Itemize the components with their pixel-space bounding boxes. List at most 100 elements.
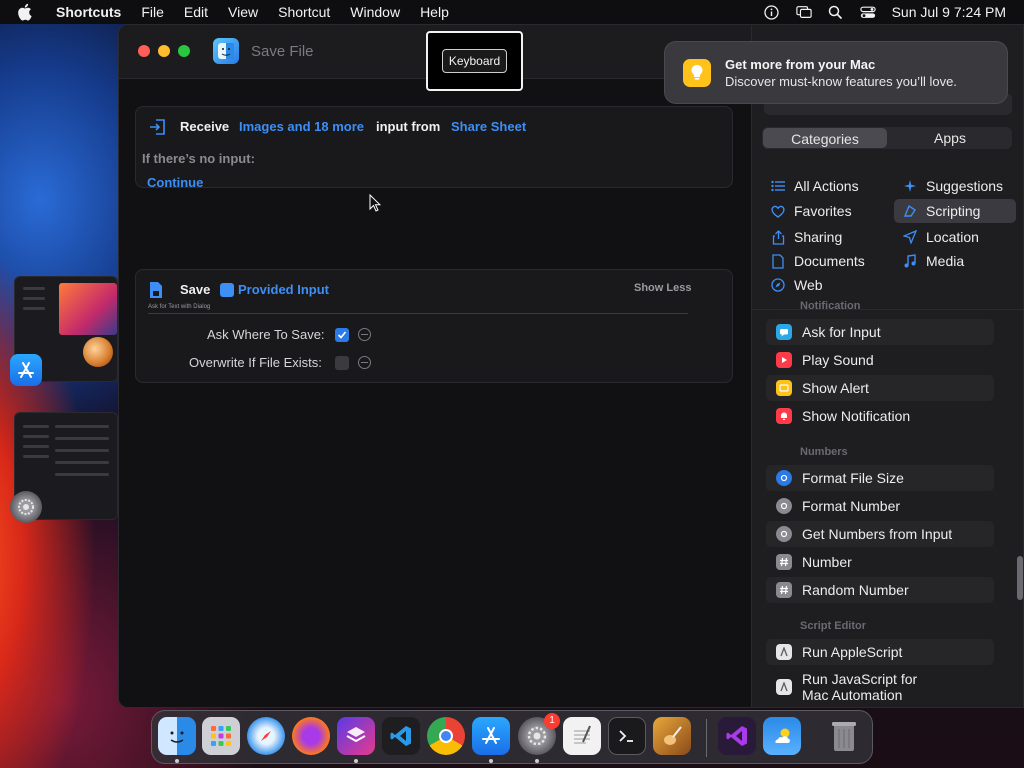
number-hash-icon [776, 554, 792, 570]
provided-input-variable[interactable]: Provided Input [220, 282, 329, 297]
info-status-icon[interactable] [764, 4, 780, 20]
action-random-number[interactable]: Random Number [766, 577, 994, 603]
dock-safari-icon[interactable] [247, 717, 285, 755]
dock-finder-icon[interactable] [158, 717, 196, 755]
dock-separator [706, 719, 707, 757]
notification-badge: 1 [544, 713, 560, 729]
mouse-pointer-icon [369, 193, 382, 217]
provided-input-label: Provided Input [238, 282, 329, 297]
show-less-button[interactable]: Show Less [634, 282, 691, 294]
dock-textedit-icon[interactable] [563, 717, 601, 755]
menu-help[interactable]: Help [410, 0, 459, 24]
thumbnail-sidebar-line [23, 307, 45, 310]
category-documents[interactable]: Documents [762, 249, 888, 273]
action-label: Format Number [802, 498, 901, 514]
format-number-icon [776, 498, 792, 514]
menu-file[interactable]: File [131, 0, 174, 24]
remove-overwrite-button[interactable] [358, 356, 371, 369]
screen-mirroring-icon[interactable] [795, 4, 812, 20]
overwrite-if-exists-checkbox[interactable] [335, 356, 349, 370]
segment-apps[interactable]: Apps [888, 127, 1012, 149]
category-suggestions[interactable]: Suggestions [894, 174, 1016, 198]
action-number[interactable]: Number [766, 549, 994, 575]
category-favorites[interactable]: Favorites [762, 199, 888, 223]
dock-chrome-icon[interactable] [427, 717, 465, 755]
category-media[interactable]: Media [894, 249, 1016, 273]
menu-shortcut[interactable]: Shortcut [268, 0, 340, 24]
input-types-token[interactable]: Images and 18 more [239, 119, 364, 134]
category-all-actions[interactable]: All Actions [762, 174, 888, 198]
category-label: Scripting [926, 203, 981, 219]
dock-terminal-icon[interactable] [608, 717, 646, 755]
dock-launchpad-icon[interactable] [202, 717, 240, 755]
spotlight-search-icon[interactable] [828, 4, 844, 20]
thumbnail-sidebar-line [23, 287, 45, 290]
window-title[interactable]: Save File [251, 43, 314, 60]
thumbnail-content-line [55, 473, 109, 476]
save-file-action-card[interactable]: Save Provided Input Show Less Ask for Te… [135, 269, 733, 383]
category-label: Favorites [794, 203, 852, 219]
no-input-action-token[interactable]: Continue [147, 175, 203, 190]
dock-weather-icon[interactable] [763, 717, 801, 755]
menu-clock[interactable]: Sun Jul 9 7:24 PM [892, 0, 1006, 24]
category-web[interactable]: Web [762, 273, 888, 297]
app-store-icon[interactable] [10, 354, 42, 386]
action-show-notification[interactable]: Show Notification [766, 403, 994, 429]
thumbnail-sidebar-line [23, 425, 49, 428]
menu-edit[interactable]: Edit [174, 0, 218, 24]
control-center-icon[interactable] [859, 4, 876, 20]
section-numbers-header: Numbers [800, 446, 848, 458]
dock-instruments-icon[interactable] [653, 717, 691, 755]
section-notification-header: Notification [800, 300, 861, 312]
action-label: Show Alert [802, 380, 869, 396]
category-scripting[interactable]: Scripting [894, 199, 1016, 223]
running-indicator [354, 759, 358, 763]
ask-for-input-icon [776, 324, 792, 340]
dock-trash-icon[interactable] [825, 717, 863, 755]
document-icon [770, 253, 786, 269]
variable-icon [220, 282, 234, 297]
dock-app-store-icon[interactable] [472, 717, 510, 755]
notification-bell-icon [776, 408, 792, 424]
close-window-button[interactable] [138, 45, 150, 57]
category-sharing[interactable]: Sharing [762, 225, 888, 249]
action-get-numbers-from-input[interactable]: Get Numbers from Input [766, 521, 994, 547]
minimize-window-button[interactable] [158, 45, 170, 57]
remove-ask-where-button[interactable] [358, 328, 371, 341]
system-settings-icon[interactable] [10, 491, 42, 523]
action-label: Run AppleScript [802, 644, 903, 660]
menu-view[interactable]: View [218, 0, 268, 24]
share-icon [770, 229, 786, 245]
dock-shortcuts-icon[interactable] [337, 717, 375, 755]
action-label: Play Sound [802, 352, 874, 368]
apple-menu-icon[interactable] [18, 0, 40, 24]
ask-where-to-save-checkbox[interactable] [335, 328, 349, 342]
receive-action-card[interactable]: Receive Images and 18 more input from Sh… [135, 106, 733, 190]
save-file-icon [146, 280, 166, 300]
menu-app-name[interactable]: Shortcuts [52, 0, 131, 24]
action-format-file-size[interactable]: Format File Size [766, 465, 994, 491]
action-ask-for-input[interactable]: Ask for Input [766, 319, 994, 345]
dock-system-settings-icon[interactable]: 1 [518, 713, 560, 755]
running-indicator [175, 759, 179, 763]
action-run-javascript[interactable]: Run JavaScript for Mac Automation [766, 667, 994, 707]
sidebar-scrollbar[interactable] [1017, 556, 1023, 600]
thumbnail-content-line [55, 437, 109, 440]
notification-body: Discover must-know features you’ll love. [725, 74, 957, 89]
zoom-window-button[interactable] [178, 45, 190, 57]
action-play-sound[interactable]: Play Sound [766, 347, 994, 373]
input-from-label: input from [376, 119, 441, 134]
segment-categories[interactable]: Categories [763, 128, 887, 148]
action-run-applescript[interactable]: Run AppleScript [766, 639, 994, 665]
action-show-alert[interactable]: Show Alert [766, 375, 994, 401]
shortcut-editor-window: Save File Receive Images and 18 more inp… [118, 24, 1024, 708]
dock-vscode-icon[interactable] [382, 717, 420, 755]
dock-visual-studio-icon[interactable] [718, 717, 756, 755]
action-label-line1: Run JavaScript for [802, 671, 918, 687]
action-format-number[interactable]: Format Number [766, 493, 994, 519]
menu-window[interactable]: Window [340, 0, 410, 24]
input-source-token[interactable]: Share Sheet [451, 119, 526, 134]
dock-firefox-icon[interactable] [292, 717, 330, 755]
category-location[interactable]: Location [894, 225, 1016, 249]
notification-banner[interactable]: Get more from your Mac Discover must-kno… [664, 41, 1008, 104]
